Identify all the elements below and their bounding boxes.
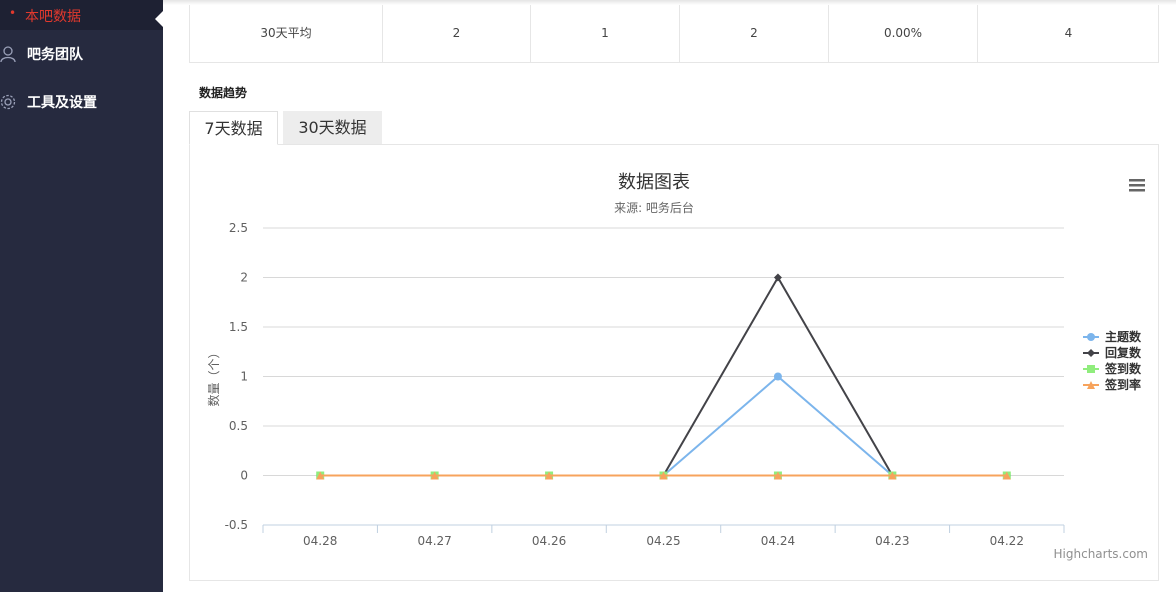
stats-cell: 0.00% [829,5,978,62]
stats-row-label: 30天平均 [190,5,383,62]
y-tick-label: 2 [240,271,248,285]
sidebar: • 本吧数据 吧务团队 工具及设置 [0,0,164,592]
stats-cell: 2 [680,5,829,62]
y-tick-label: 0.5 [229,419,248,433]
y-tick-label: 1.5 [229,320,248,334]
tab-7-days[interactable]: 7天数据 [189,111,278,145]
legend-label: 主题数 [1105,329,1142,344]
people-icon [0,46,16,63]
stats-cell: 1 [531,5,680,62]
stats-table: 30天平均 2 1 2 0.00% 4 [189,5,1159,63]
tab-30-days[interactable]: 30天数据 [283,111,382,145]
x-tick-label: 04.23 [875,534,909,548]
sidebar-item-tools-settings[interactable]: 工具及设置 [0,87,163,117]
active-pointer-icon [155,10,164,28]
legend-marker [1087,349,1095,357]
y-tick-label: 0 [240,469,248,483]
legend-label: 签到数 [1104,361,1142,376]
sidebar-item-label: 本吧数据 [25,9,81,25]
data-point [773,273,782,282]
stats-cell: 4 [1064,26,1073,40]
y-tick-label: 1 [240,370,248,384]
legend-label: 回复数 [1105,345,1142,360]
gear-icon [0,94,16,110]
data-point [773,372,782,381]
sidebar-item-label: 吧务团队 [27,47,83,63]
hamburger-menu-icon[interactable] [1129,179,1145,192]
line-chart: 数据图表来源: 吧务后台 -0.5 0 0.5 1 1.5 2 2.5 数量（个） 04.28 04… [206,172,1148,561]
sidebar-item-forum-data[interactable]: • 本吧数据 [0,0,163,30]
x-tick-label: 04.25 [646,534,680,548]
chart-subtitle: 来源: 吧务后台 [614,200,694,215]
section-title: 数据趋势 [199,86,248,100]
x-tick-label: 04.28 [303,534,337,548]
y-tick-label: -0.5 [225,518,248,532]
chart-credits[interactable]: Highcharts.com [1054,547,1148,561]
x-tick-label: 04.27 [417,534,451,548]
sidebar-item-label: 工具及设置 [27,95,97,111]
x-tick-label: 04.26 [532,534,566,548]
stats-cell: 2 [383,5,531,62]
chart-container: 数据图表来源: 吧务后台 -0.5 0 0.5 1 1.5 2 2.5 数量（个） 04.28 04… [189,144,1159,581]
chart-title: 数据图表 [618,172,690,193]
legend-label: 签到率 [1104,377,1141,392]
bullet-icon: • [9,6,17,20]
legend-marker [1087,333,1095,341]
y-axis-title: 数量（个） [206,346,221,406]
x-tick-label: 04.24 [761,534,795,548]
sidebar-item-team[interactable]: 吧务团队 [0,39,163,69]
x-tick-label: 04.22 [990,534,1024,548]
legend-marker [1087,365,1095,373]
y-tick-label: 2.5 [229,221,248,235]
